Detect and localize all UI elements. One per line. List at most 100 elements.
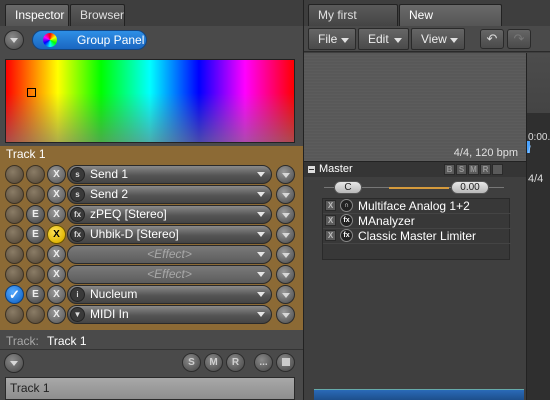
tab-new-arrangement[interactable]: New arrangement bbox=[399, 4, 502, 43]
inspector-menu-button[interactable] bbox=[4, 30, 24, 50]
power-button[interactable] bbox=[5, 205, 24, 224]
solo-button[interactable]: S bbox=[182, 353, 201, 372]
arrangement-panel: File Edit View ↶ ↷ 4/4, 120 bpm 0:00.0 /… bbox=[304, 26, 550, 400]
fx-icon: fx bbox=[340, 229, 353, 242]
power-button[interactable] bbox=[5, 305, 24, 324]
insert-row: E Xfx Uhbik-D [Stereo] bbox=[0, 225, 303, 245]
color-wheel-icon bbox=[43, 33, 57, 47]
edit-button[interactable]: E bbox=[26, 285, 45, 304]
insert-slot-label: Send 1 bbox=[90, 167, 129, 181]
edit-button[interactable]: E bbox=[26, 205, 45, 224]
bypass-button[interactable]: X bbox=[47, 305, 66, 324]
insert-slot[interactable]: fx Uhbik-D [Stereo] bbox=[67, 225, 272, 244]
spectrum-cursor[interactable] bbox=[27, 88, 36, 97]
midi-plug-icon: ▼ bbox=[70, 307, 85, 322]
square-icon bbox=[281, 358, 290, 366]
record-button[interactable]: R bbox=[226, 353, 245, 372]
edit-button[interactable]: E bbox=[26, 225, 45, 244]
collapse-icon[interactable] bbox=[308, 166, 315, 173]
arrangement-menubar: File Edit View ↶ ↷ bbox=[304, 26, 550, 52]
master-insert-row[interactable]: Xfx MAnalyzer bbox=[323, 214, 511, 229]
slot-menu-button[interactable] bbox=[276, 225, 295, 244]
power-button[interactable] bbox=[5, 225, 24, 244]
bypass-button[interactable]: X bbox=[325, 215, 336, 226]
bypass-button[interactable]: X bbox=[325, 230, 336, 241]
menu-view[interactable]: View bbox=[411, 28, 465, 50]
master-insert-row[interactable]: Xfx Classic Master Limiter bbox=[323, 229, 511, 244]
pan-control[interactable]: C bbox=[334, 181, 362, 194]
master-bypass-button[interactable]: B bbox=[444, 164, 455, 175]
volume-control[interactable]: 0.00 bbox=[451, 181, 489, 194]
power-button[interactable] bbox=[5, 185, 24, 204]
insert-slot-label: Uhbik-D [Stereo] bbox=[90, 227, 179, 241]
track-menu-button[interactable] bbox=[4, 353, 24, 373]
bypass-button[interactable]: X bbox=[47, 285, 66, 304]
timeline-marker-text: / bbox=[528, 145, 531, 156]
chevron-down-icon bbox=[257, 212, 265, 217]
insert-slot[interactable]: i Nucleum bbox=[67, 285, 272, 304]
bypass-button[interactable]: X bbox=[325, 200, 336, 211]
redo-button[interactable]: ↷ bbox=[507, 29, 531, 49]
slot-menu-button[interactable] bbox=[276, 265, 295, 284]
menu-edit[interactable]: Edit bbox=[358, 28, 409, 50]
insert-slot-label: MIDI In bbox=[90, 307, 129, 321]
bottom-track-bar[interactable] bbox=[314, 389, 524, 400]
bypass-button[interactable]: X bbox=[47, 245, 66, 264]
insert-slot-label: zPEQ [Stereo] bbox=[90, 207, 167, 221]
tab-my-first-project[interactable]: My first project bbox=[308, 4, 398, 43]
bypass-button[interactable]: X bbox=[47, 165, 66, 184]
insert-slot[interactable]: ▼ MIDI In bbox=[67, 305, 272, 324]
stop-button[interactable] bbox=[276, 353, 295, 372]
more-button[interactable]: ... bbox=[254, 353, 273, 372]
instrument-icon: i bbox=[70, 287, 85, 302]
slot-menu-button[interactable] bbox=[276, 245, 295, 264]
mute-button[interactable]: M bbox=[204, 353, 223, 372]
tab-browser[interactable]: Browser bbox=[70, 4, 125, 26]
master-pan-volume-row: C 0.00 bbox=[304, 178, 526, 198]
insert-slot[interactable]: <Effect> bbox=[67, 265, 272, 284]
power-button[interactable] bbox=[5, 245, 24, 264]
insert-slot-label: Send 2 bbox=[90, 187, 129, 201]
edit-button[interactable] bbox=[26, 245, 45, 264]
chevron-down-icon bbox=[450, 38, 458, 43]
slot-menu-button[interactable] bbox=[276, 205, 295, 224]
checkmark-icon[interactable]: ✓ bbox=[5, 285, 24, 304]
master-mute-button[interactable]: M bbox=[468, 164, 479, 175]
group-panel-button[interactable]: Group Panel bbox=[32, 30, 147, 50]
track-name-value[interactable]: Track 1 bbox=[47, 334, 87, 348]
chevron-down-icon bbox=[282, 213, 290, 218]
master-record-button[interactable]: R bbox=[480, 164, 491, 175]
power-button[interactable] bbox=[5, 265, 24, 284]
insert-slot[interactable]: fx zPEQ [Stereo] bbox=[67, 205, 272, 224]
insert-slot[interactable]: s Send 2 bbox=[67, 185, 272, 204]
undo-button[interactable]: ↶ bbox=[480, 29, 504, 49]
arrangement-area[interactable]: 4/4, 120 bpm bbox=[304, 53, 526, 161]
chevron-down-icon bbox=[257, 172, 265, 177]
power-button[interactable] bbox=[5, 165, 24, 184]
track-list-item[interactable]: Track 1 bbox=[5, 377, 295, 400]
slot-menu-button[interactable] bbox=[276, 285, 295, 304]
master-insert-label: MAnalyzer bbox=[358, 214, 415, 228]
slot-menu-button[interactable] bbox=[276, 165, 295, 184]
menu-file[interactable]: File bbox=[308, 28, 356, 50]
bypass-button[interactable]: X bbox=[47, 225, 66, 244]
bypass-button[interactable]: X bbox=[47, 185, 66, 204]
bypass-button[interactable]: X bbox=[47, 265, 66, 284]
slot-menu-button[interactable] bbox=[276, 185, 295, 204]
master-insert-row[interactable]: X ∩ Multiface Analog 1+2 bbox=[323, 199, 511, 214]
edit-button[interactable] bbox=[26, 305, 45, 324]
insert-slot[interactable]: s Send 1 bbox=[67, 165, 272, 184]
color-spectrum-picker[interactable] bbox=[5, 59, 295, 143]
insert-slot[interactable]: <Effect> bbox=[67, 245, 272, 264]
inspector-panel: Group Panel Track 1 Xs Send 1 Xs Send 2 E Xfx… bbox=[0, 26, 303, 400]
track-name-line: Track: Track 1 bbox=[0, 331, 303, 351]
fx-icon: fx bbox=[340, 214, 353, 227]
edit-button[interactable] bbox=[26, 165, 45, 184]
slot-menu-button[interactable] bbox=[276, 305, 295, 324]
master-solo-button[interactable]: S bbox=[456, 164, 467, 175]
master-window-button[interactable] bbox=[492, 164, 503, 175]
edit-button[interactable] bbox=[26, 185, 45, 204]
tab-inspector[interactable]: Inspector bbox=[5, 4, 69, 26]
bypass-button[interactable]: X bbox=[47, 205, 66, 224]
edit-button[interactable] bbox=[26, 265, 45, 284]
